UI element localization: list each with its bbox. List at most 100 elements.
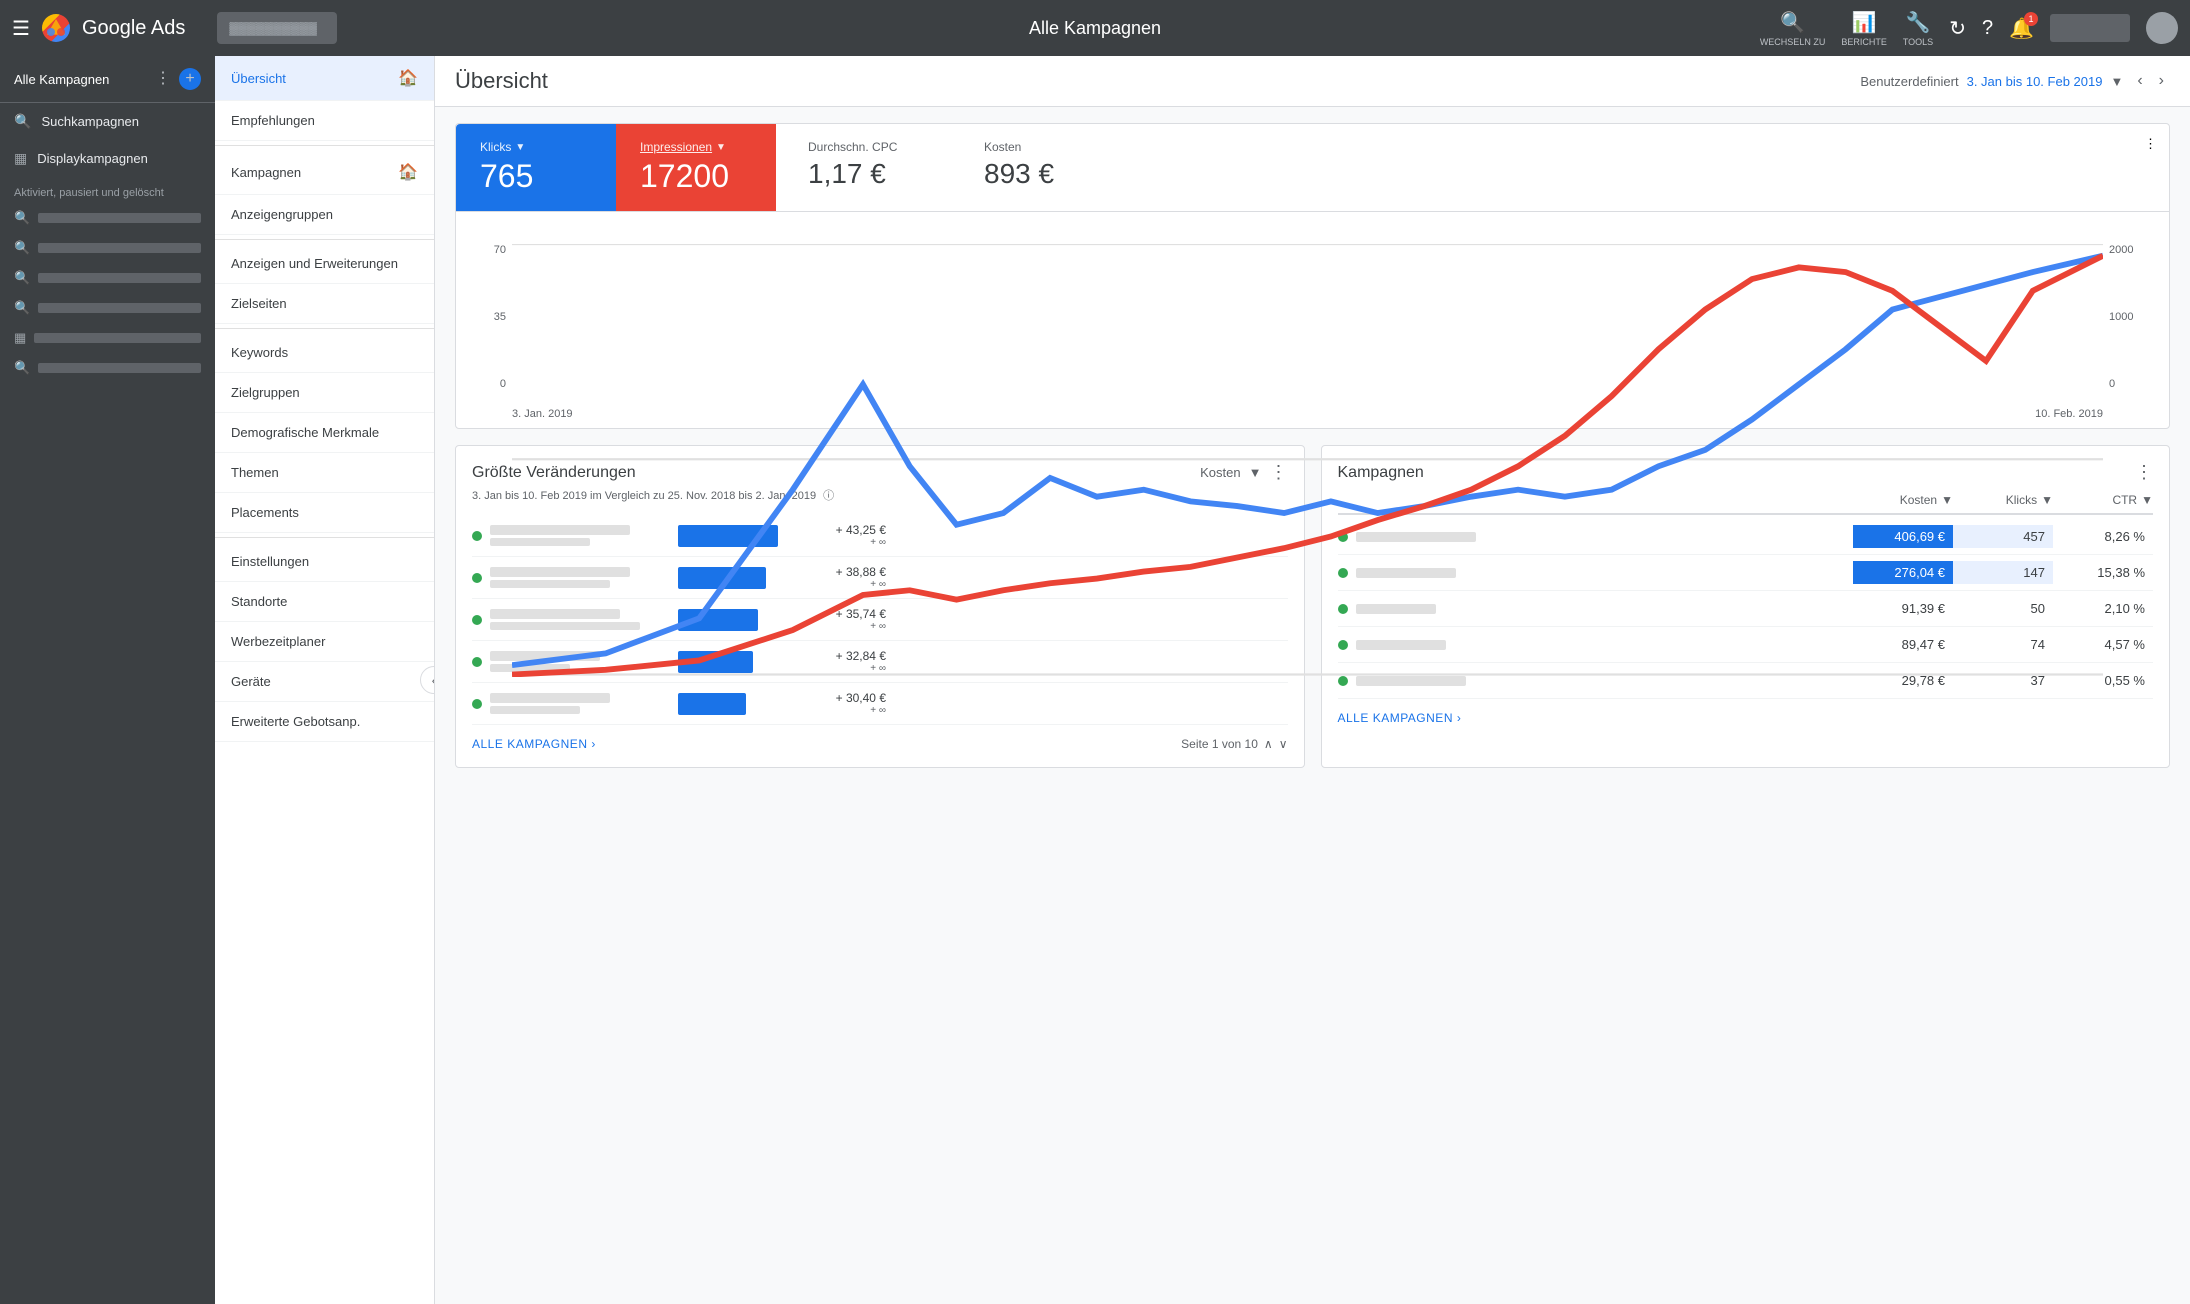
nav-item-kampagnen[interactable]: Kampagnen 🏠	[215, 150, 434, 195]
status-dot-2	[472, 573, 482, 583]
google-ads-logo	[42, 14, 70, 42]
sidebar-top-label: Alle Kampagnen	[14, 72, 109, 87]
account-selector[interactable]: ▓▓▓▓▓▓▓▓▓▓	[217, 12, 337, 44]
name-bar-5b	[490, 706, 580, 714]
metric-klicks[interactable]: Klicks ▼ 765	[456, 124, 616, 211]
x-label-end: 10. Feb. 2019	[2035, 408, 2103, 420]
klicks-dropdown-icon[interactable]: ▼	[515, 142, 525, 153]
dots-icon[interactable]: ⋮	[155, 68, 171, 90]
chart-more-icon[interactable]: ⋮	[2132, 124, 2169, 211]
nav-item-placements[interactable]: Placements	[215, 493, 434, 533]
sidebar-campaign-2[interactable]: 🔍	[0, 233, 215, 263]
nav-item-geraete[interactable]: Geräte	[215, 662, 434, 702]
date-value[interactable]: 3. Jan bis 10. Feb 2019	[1967, 74, 2103, 89]
date-nav: ‹ ›	[2131, 70, 2170, 92]
y-right-mid: 1000	[2109, 311, 2133, 323]
status-dot-5	[472, 699, 482, 709]
date-label: Benutzerdefiniert	[1860, 74, 1958, 89]
next-date-button[interactable]: ›	[2153, 70, 2170, 92]
reports-icon: 📊	[1852, 10, 1877, 35]
center-title: Alle Kampagnen	[1029, 18, 1161, 39]
demografische-label: Demografische Merkmale	[231, 425, 379, 440]
tools-button[interactable]: 🔧 TOOLS	[1903, 10, 1933, 47]
sidebar-campaign-6[interactable]: 🔍	[0, 353, 215, 383]
themen-label: Themen	[231, 465, 279, 480]
y-left-mid: 35	[494, 311, 506, 323]
campaign-bar-5	[34, 333, 201, 343]
kosten-value: 893 €	[984, 158, 1072, 190]
chart-svg	[512, 244, 2103, 677]
refresh-button[interactable]: ↻	[1949, 16, 1966, 41]
nav-item-einstellungen[interactable]: Einstellungen	[215, 542, 434, 582]
nav-item-anzeigen-erweiterungen[interactable]: Anzeigen und Erweiterungen	[215, 244, 434, 284]
nav-item-anzeigengruppen[interactable]: Anzeigengruppen	[215, 195, 434, 235]
campaigns-more-icon[interactable]: ⋮	[2135, 462, 2153, 483]
status-dot-1	[472, 531, 482, 541]
nav-item-keywords[interactable]: Keywords	[215, 333, 434, 373]
sidebar-item-displaykampagnen[interactable]: ▦ Displaykampagnen	[0, 140, 215, 177]
all-campaigns-link-camps[interactable]: ALLE KAMPAGNEN ›	[1338, 711, 1462, 725]
nav-item-themen[interactable]: Themen	[215, 453, 434, 493]
kampagnen-home-icon: 🏠	[398, 162, 418, 182]
dropdown-arrow-icon[interactable]: ▼	[2110, 74, 2123, 89]
search-campaign-icon: 🔍	[14, 113, 31, 130]
campaign-bar-1	[38, 213, 201, 223]
user-avatar[interactable]	[2146, 12, 2178, 44]
y-left-top: 70	[494, 244, 506, 256]
anzeigengruppen-label: Anzeigengruppen	[231, 207, 333, 222]
nav-item-empfehlungen[interactable]: Empfehlungen	[215, 101, 434, 141]
impressionen-value: 17200	[640, 158, 752, 195]
nav-item-standorte[interactable]: Standorte	[215, 582, 434, 622]
chart-area: 70 35 0 2000 1000 0	[456, 228, 2169, 428]
name-bar-5a	[490, 693, 610, 703]
prev-date-button[interactable]: ‹	[2131, 70, 2148, 92]
impressionen-dropdown-icon[interactable]: ▼	[716, 142, 726, 153]
kosten-label: Kosten	[984, 140, 1072, 154]
nav-item-zielgruppen[interactable]: Zielgruppen	[215, 373, 434, 413]
sidebar-campaign-5[interactable]: ▦	[0, 323, 215, 353]
cpc-value: 1,17 €	[808, 158, 912, 190]
search-icon-1: 🔍	[14, 210, 30, 226]
wechseln-zu-label: WECHSELN ZU	[1760, 37, 1826, 47]
nav-item-werbezeitplaner[interactable]: Werbezeitplaner	[215, 622, 434, 662]
mid-nav: Übersicht 🏠 Empfehlungen Kampagnen 🏠 Anz…	[215, 56, 435, 1304]
left-sidebar: Alle Kampagnen ⋮ + 🔍 Suchkampagnen ▦ Dis…	[0, 56, 215, 1304]
hamburger-icon[interactable]: ☰	[12, 16, 30, 41]
display-campaign-icon: ▦	[14, 150, 27, 167]
main-content: Übersicht Benutzerdefiniert 3. Jan bis 1…	[435, 56, 2190, 1304]
chart-x-axis: 3. Jan. 2019 10. Feb. 2019	[512, 408, 2103, 420]
notification-badge: 1	[2024, 12, 2038, 26]
plus-icon[interactable]: +	[179, 68, 201, 90]
sidebar-item-suchkampagnen[interactable]: 🔍 Suchkampagnen	[0, 103, 215, 140]
sidebar-campaign-3[interactable]: 🔍	[0, 263, 215, 293]
changes-bar-wrap-5	[678, 693, 798, 715]
sidebar-campaign-1[interactable]: 🔍	[0, 203, 215, 233]
sidebar-campaign-4[interactable]: 🔍	[0, 293, 215, 323]
campaigns-panel-footer: ALLE KAMPAGNEN ›	[1338, 711, 2154, 725]
page-title: Übersicht	[455, 68, 548, 94]
nav-item-uebersicht[interactable]: Übersicht 🏠	[215, 56, 434, 101]
standorte-label: Standorte	[231, 594, 287, 609]
metric-impressionen[interactable]: Impressionen ▼ 17200	[616, 124, 776, 211]
help-button[interactable]: ?	[1982, 17, 1993, 40]
berichte-button[interactable]: 📊 BERICHTE	[1841, 10, 1887, 47]
metric-cpc: Durchschn. CPC 1,17 €	[776, 124, 936, 211]
chevron-up-icon[interactable]: ∧	[1264, 737, 1273, 751]
nav-item-demografische[interactable]: Demografische Merkmale	[215, 413, 434, 453]
nav-item-zielseiten[interactable]: Zielseiten	[215, 284, 434, 324]
anzeigen-label: Anzeigen und Erweiterungen	[231, 256, 398, 271]
zielseiten-label: Zielseiten	[231, 296, 287, 311]
notification-bell[interactable]: 🔔 1	[2009, 16, 2034, 41]
campaign-bar-6	[38, 363, 201, 373]
all-campaigns-link-changes[interactable]: ALLE KAMPAGNEN ›	[472, 737, 596, 751]
y-left-bot: 0	[500, 378, 506, 390]
search-icon-3: 🔍	[14, 270, 30, 286]
chart-y-right-axis: 2000 1000 0	[2103, 244, 2153, 390]
einstellungen-label: Einstellungen	[231, 554, 309, 569]
chevron-down-icon[interactable]: ∨	[1279, 737, 1288, 751]
tools-label: TOOLS	[1903, 37, 1933, 47]
sidebar-header: Alle Kampagnen ⋮ +	[0, 56, 215, 103]
metric-kosten: Kosten 893 €	[936, 124, 1096, 211]
nav-item-erweiterte[interactable]: Erweiterte Gebotsanp.	[215, 702, 434, 742]
wechseln-zu-button[interactable]: 🔍 WECHSELN ZU	[1760, 10, 1826, 47]
